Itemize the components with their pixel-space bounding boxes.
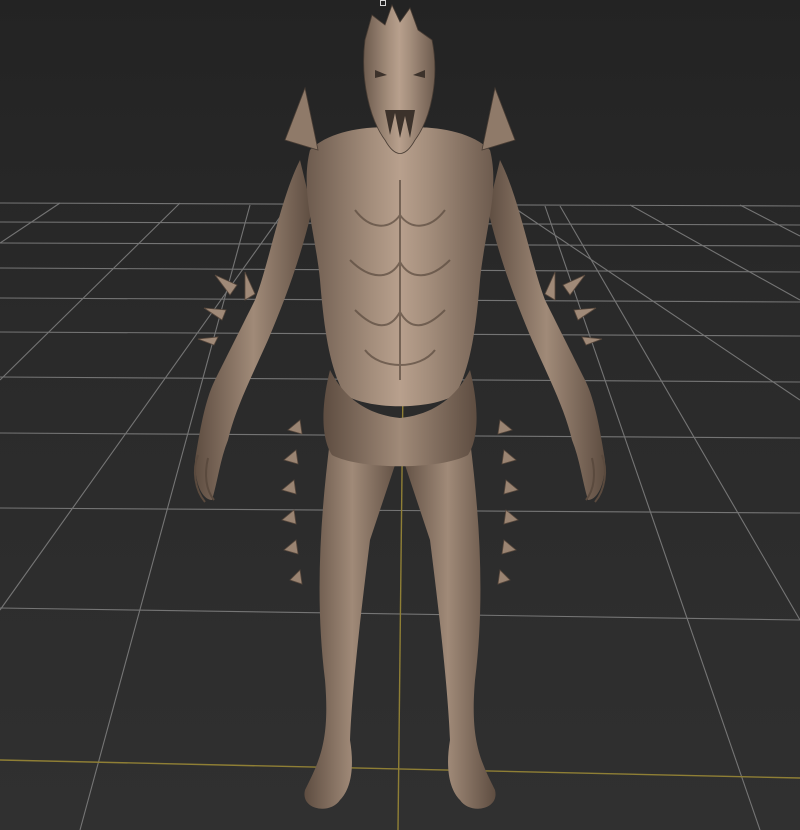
left-arm xyxy=(195,160,312,500)
left-shoulder-spike xyxy=(284,86,319,151)
left-leg-spikes xyxy=(281,419,303,585)
creature-model[interactable] xyxy=(0,0,800,830)
right-leg xyxy=(400,440,496,809)
right-leg-spikes xyxy=(497,419,519,585)
right-arm xyxy=(488,160,605,500)
right-shoulder-spike xyxy=(481,86,516,151)
left-leg xyxy=(304,440,400,809)
3d-viewport[interactable] xyxy=(0,0,800,830)
